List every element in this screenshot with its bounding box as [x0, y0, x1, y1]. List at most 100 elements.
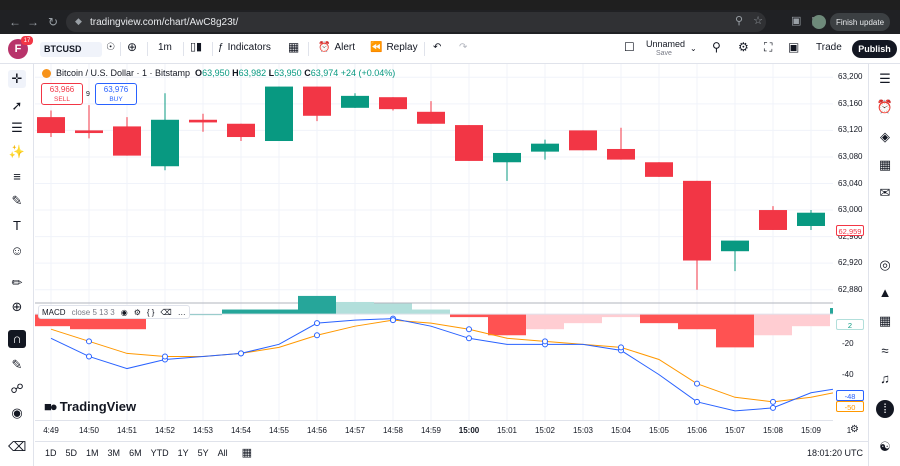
buy-button[interactable]: 63,976 BUY — [95, 83, 137, 105]
signal-marker — [314, 332, 320, 339]
calendar-events-icon[interactable]: ▦ — [876, 312, 894, 330]
price-tick-label: 62,920 — [838, 258, 863, 268]
candle-body — [75, 130, 103, 134]
brush-icon[interactable]: ✎ — [8, 192, 26, 210]
pencil-lock-icon[interactable]: ✎ — [8, 356, 26, 374]
trash-icon[interactable]: ⌫ — [160, 308, 171, 317]
news-stream-icon[interactable]: ≈ — [876, 342, 894, 360]
layout-name-button[interactable]: Unnamed Save — [646, 39, 685, 59]
chevron-down-icon[interactable]: ⌄ — [690, 44, 697, 53]
range-button-ytd[interactable]: YTD — [151, 448, 169, 458]
alerts-clock-icon[interactable]: ⏰ — [876, 98, 894, 116]
crosshair-icon[interactable]: ✛ — [8, 70, 26, 88]
site-info-icon[interactable]: ◆ — [75, 16, 85, 27]
bitcoin-logo-icon — [42, 68, 51, 78]
trade-button[interactable]: Trade — [816, 42, 842, 53]
bookmark-star-icon[interactable]: ☆ — [753, 14, 763, 27]
price-chart[interactable] — [35, 64, 833, 424]
macd-tick-label: -20 — [842, 339, 854, 349]
time-tick-label: 14:58 — [382, 426, 404, 435]
ruler-icon[interactable]: ✏ — [8, 274, 26, 292]
macd-legend[interactable]: MACD close 5 13 3 ◉ ⚙ { } ⌫ … — [38, 305, 190, 319]
pattern-icon[interactable]: ✨ — [8, 143, 26, 161]
url-field[interactable]: ◆ tradingview.com/chart/AwC8g23t/ — [66, 12, 766, 32]
sell-button[interactable]: 63,966 SELL — [41, 83, 83, 105]
range-button-5d[interactable]: 5D — [66, 448, 78, 458]
axis-settings-gear-icon[interactable]: ⚙ — [850, 424, 859, 435]
text-tool-icon[interactable]: T — [8, 217, 26, 235]
bottom-toolbar: 1D 5D 1M 3M 6M YTD 1Y 5Y All ▦ 18:01:20 UTC — [35, 441, 868, 463]
alert-button[interactable]: ⏰ Alert — [318, 42, 355, 53]
candle-body — [265, 86, 293, 142]
forward-icon[interactable]: → — [24, 15, 42, 29]
price-axis[interactable]: 63,200 63,160 63,120 63,080 63,040 63,000 62,9… — [834, 64, 868, 424]
layers-icon[interactable]: ◈ — [876, 128, 894, 146]
price-tick-label: 63,200 — [838, 72, 863, 82]
back-icon[interactable]: ← — [6, 15, 24, 29]
lock-icon[interactable]: ☍ — [8, 380, 26, 398]
price-tick-label: 63,080 — [838, 151, 863, 161]
fullscreen-icon[interactable]: ⛶ — [764, 40, 772, 55]
apps-grid-icon[interactable]: ⁞ — [876, 400, 894, 418]
notifications-bell-icon[interactable]: ♫ — [876, 370, 894, 388]
go-to-date-icon[interactable]: ▦ — [242, 446, 252, 459]
symbol-search[interactable]: BTCUSD — [40, 42, 102, 57]
range-button-all[interactable]: All — [218, 448, 228, 458]
time-tick-label: 15:08 — [762, 426, 784, 435]
replay-button[interactable]: ⏪ Replay — [370, 42, 418, 53]
undo-icon[interactable]: ↶ — [433, 42, 441, 53]
range-button-1y[interactable]: 1Y — [178, 448, 189, 458]
finish-update-button[interactable]: Finish update — [830, 13, 890, 31]
extensions-icon[interactable]: ▣ — [791, 14, 801, 27]
price-tick-label: 63,040 — [838, 178, 863, 188]
candle-body — [645, 162, 673, 177]
range-button-1m[interactable]: 1M — [86, 448, 99, 458]
emoji-icon[interactable]: ☺ — [8, 242, 26, 260]
forecast-icon[interactable]: ≡ — [8, 168, 26, 186]
layouts-grid-icon[interactable]: ▦ — [288, 40, 299, 54]
macd-line — [50, 318, 833, 412]
publish-button[interactable]: Publish — [852, 40, 897, 58]
fib-retracement-icon[interactable]: ☰ — [8, 119, 26, 137]
settings-gear-icon[interactable]: ⚙ — [738, 40, 749, 54]
range-button-5y[interactable]: 5Y — [198, 448, 209, 458]
utc-clock[interactable]: 18:01:20 UTC — [807, 448, 863, 458]
watchlist-list-icon[interactable]: ☰ — [876, 70, 894, 88]
trend-line-icon[interactable]: ➚ — [8, 97, 26, 115]
range-button-6m[interactable]: 6M — [129, 448, 142, 458]
magnet-icon[interactable]: ∩ — [8, 330, 26, 348]
compare-plus-icon[interactable]: ⊕ — [127, 40, 137, 54]
chat-icon[interactable]: ✉ — [876, 184, 894, 202]
watchlist-icon[interactable]: ☉ — [106, 42, 115, 53]
zoom-icon[interactable]: ⚲ — [735, 14, 743, 27]
redo-icon[interactable]: ↷ — [459, 42, 467, 53]
pine-editor-icon[interactable]: ▲ — [876, 284, 894, 302]
trash-icon[interactable]: ⌫ — [8, 438, 26, 456]
reload-icon[interactable]: ↻ — [44, 15, 62, 29]
time-axis[interactable]: 4:49 14:50 14:51 14:52 14:53 14:54 14:55 14:56 1… — [35, 420, 851, 438]
signal-line — [50, 319, 833, 403]
ideas-target-icon[interactable]: ◎ — [876, 256, 894, 274]
camera-snapshot-icon[interactable]: ▣ — [788, 40, 799, 54]
range-button-3m[interactable]: 3M — [108, 448, 121, 458]
settings-gear-icon[interactable]: ⚙ — [134, 308, 141, 317]
histogram-tag: 2 — [836, 319, 864, 330]
quick-search-icon[interactable]: ⚲ — [712, 40, 721, 54]
indicators-button[interactable]: ƒ Indicators — [218, 42, 271, 53]
more-icon[interactable]: … — [178, 308, 186, 317]
help-icon[interactable]: ☯ — [876, 438, 894, 456]
time-tick-label: 14:54 — [230, 426, 252, 435]
layout-checkbox-icon[interactable]: ☐ — [624, 40, 635, 54]
range-button-1d[interactable]: 1D — [45, 448, 57, 458]
source-code-icon[interactable]: { } — [147, 308, 155, 317]
profile-avatar[interactable] — [812, 15, 826, 29]
interval-button[interactable]: 1m — [158, 42, 172, 53]
candle-body — [721, 240, 749, 252]
eye-icon[interactable]: ◉ — [8, 404, 26, 422]
macd-marker — [466, 335, 472, 342]
eye-icon[interactable]: ◉ — [121, 308, 128, 317]
time-tick-label: 4:49 — [43, 426, 59, 435]
zoom-in-icon[interactable]: ⊕ — [8, 298, 26, 316]
calendar-icon[interactable]: ▦ — [876, 156, 894, 174]
candles-icon[interactable]: ▯▮ — [190, 40, 202, 53]
